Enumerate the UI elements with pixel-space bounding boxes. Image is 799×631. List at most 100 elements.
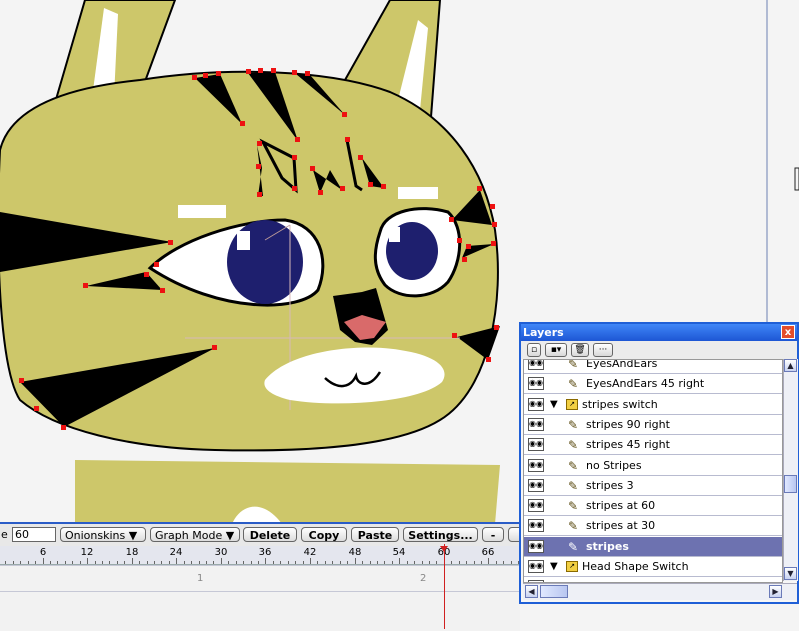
visibility-eye-icon[interactable]: ◉◉ <box>528 438 544 451</box>
paste-button[interactable]: Paste <box>351 527 399 542</box>
layer-row[interactable]: ◉◉ ✎ stripes 45 right <box>524 435 782 455</box>
ruler-tick <box>228 561 229 564</box>
right-eye-highlight <box>389 227 400 242</box>
ruler-tick <box>206 561 207 564</box>
onionskins-label: Onionskins <box>65 529 126 542</box>
ruler-tick <box>117 561 118 564</box>
layer-row[interactable]: ◉◉ ✎ no Stripes <box>524 456 782 476</box>
vector-layer-icon: ✎ <box>568 499 579 513</box>
scroll-right-button[interactable]: ▶ <box>769 585 782 598</box>
ruler-tick <box>488 558 489 564</box>
layer-row[interactable]: ◉◉ ✎ EyesAndEars 45 right <box>524 374 782 394</box>
layers-panel: Layers x ▫ ▪▾ 🗑 ··· ◉◉ ✎ EyesAndEars ◉◉ ✎ Eye… <box>519 322 799 604</box>
playhead-line[interactable] <box>444 544 445 629</box>
layer-row[interactable]: ◉◉ ▼ ↗ Head Shape Switch <box>524 557 782 577</box>
zoom-out-button[interactable]: - <box>482 527 504 542</box>
visibility-eye-icon[interactable]: ◉◉ <box>528 377 544 390</box>
ruler-tick <box>340 561 341 564</box>
ruler-tick <box>392 561 393 564</box>
ruler-tick <box>422 561 423 564</box>
layer-row[interactable]: ◉◉ ✎ stripes at 60 <box>524 496 782 516</box>
ruler-tick-label: 48 <box>348 547 362 558</box>
layer-name: EyesAndEars 45 right <box>586 377 705 390</box>
ruler-tick <box>370 561 371 564</box>
visibility-eye-icon[interactable]: ◉◉ <box>528 519 544 532</box>
frame-label: e <box>1 528 8 541</box>
ruler-tick <box>258 561 259 564</box>
close-button[interactable]: x <box>781 325 795 339</box>
expand-triangle-icon[interactable]: ▼ <box>550 561 558 573</box>
ruler-tick <box>243 561 244 564</box>
visibility-eye-icon[interactable]: ◉◉ <box>528 360 544 370</box>
more-options-button[interactable]: ··· <box>593 343 613 357</box>
ruler-tick <box>280 561 281 564</box>
layer-row[interactable]: ◉◉ ✎ stripes <box>524 537 782 557</box>
visibility-eye-icon[interactable]: ◉◉ <box>528 540 544 553</box>
ruler-tick <box>132 558 133 564</box>
delete-layer-button[interactable]: 🗑 <box>571 343 589 357</box>
visibility-eye-icon[interactable]: ◉◉ <box>528 418 544 431</box>
ruler-tick <box>288 561 289 564</box>
ruler-tick <box>251 561 252 564</box>
timeline-panel: e 60 Onionskins ▼ Graph Mode ▼ Delete Co… <box>0 522 539 631</box>
layer-row[interactable]: ◉◉ ✎ stripes 3 <box>524 476 782 496</box>
vector-layer-icon: ✎ <box>568 377 579 391</box>
layers-title-bar[interactable]: Layers x <box>521 324 797 341</box>
timeline-tracks[interactable]: 1 2 <box>0 565 520 631</box>
new-layer-button[interactable]: ▫ <box>527 343 541 357</box>
visibility-eye-icon[interactable]: ◉◉ <box>528 398 544 411</box>
frame-input[interactable]: 60 <box>12 527 56 542</box>
ruler-tick <box>169 561 170 564</box>
graph-mode-dropdown[interactable]: Graph Mode ▼ <box>150 527 240 542</box>
timeline-toolbar: e 60 Onionskins ▼ Graph Mode ▼ Delete Co… <box>0 524 528 546</box>
layer-row[interactable]: ◉◉ ✎ stripes at 30 <box>524 516 782 536</box>
dropdown-arrow-icon: ▼ <box>128 529 138 542</box>
add-layer-menu-button[interactable]: ▪▾ <box>545 343 567 357</box>
ruler-tick <box>124 561 125 564</box>
visibility-eye-icon[interactable]: ◉◉ <box>528 499 544 512</box>
arrow-up-icon: ▲ <box>787 361 794 370</box>
layers-list[interactable]: ◉◉ ✎ EyesAndEars ◉◉ ✎ EyesAndEars 45 right ◉◉ ▼… <box>523 359 783 583</box>
visibility-eye-icon[interactable]: ◉◉ <box>528 479 544 492</box>
scroll-down-button[interactable]: ▼ <box>784 567 797 580</box>
scroll-thumb[interactable] <box>540 585 568 598</box>
vector-layer-icon: ✎ <box>568 438 579 452</box>
ruler-tick <box>451 561 452 564</box>
expand-triangle-icon[interactable]: ▼ <box>550 399 558 411</box>
layer-row[interactable]: ◉◉ ✎ stripes 90 right <box>524 415 782 435</box>
visibility-eye-icon[interactable]: ◉◉ <box>528 560 544 573</box>
copy-button[interactable]: Copy <box>301 527 347 542</box>
visibility-eye-icon[interactable]: ◉◉ <box>528 459 544 472</box>
ruler-tick <box>35 561 36 564</box>
track-frame-number: 1 <box>197 573 204 584</box>
delete-button[interactable]: Delete <box>243 527 297 542</box>
ruler-tick <box>65 561 66 564</box>
switch-layer-icon: ↗ <box>566 561 578 572</box>
dropdown-arrow-icon: ▼ <box>225 529 235 542</box>
settings-button[interactable]: Settings... <box>403 527 478 542</box>
arrow-left-icon: ◀ <box>528 587 535 596</box>
scroll-thumb[interactable] <box>784 475 797 493</box>
ruler-tick <box>20 561 21 564</box>
ruler-tick <box>265 558 266 564</box>
track-divider <box>0 591 520 592</box>
scroll-left-button[interactable]: ◀ <box>525 585 538 598</box>
track-frame-number: 2 <box>420 573 427 584</box>
ruler-tick <box>317 561 318 564</box>
vector-layer-icon: ✎ <box>568 459 579 473</box>
onionskins-dropdown[interactable]: Onionskins ▼ <box>60 527 146 542</box>
ruler-tick <box>347 561 348 564</box>
ruler-tick <box>429 561 430 564</box>
horizontal-scrollbar[interactable]: ◀ ▶ <box>523 583 797 600</box>
ruler-tick <box>355 558 356 564</box>
canvas-stage[interactable]: e 60 Onionskins ▼ Graph Mode ▼ Delete Co… <box>0 0 799 631</box>
layer-row[interactable]: ◉◉ ✎ EyesAndEars <box>524 360 782 374</box>
ruler-tick <box>57 561 58 564</box>
ruler-tick <box>399 558 400 564</box>
ruler-tick <box>5 561 6 564</box>
ruler-tick <box>414 561 415 564</box>
layer-row[interactable]: ◉◉ ▼ ↗ stripes switch <box>524 395 782 415</box>
vertical-scrollbar[interactable]: ▲ ▼ <box>783 359 798 581</box>
scroll-up-button[interactable]: ▲ <box>784 359 797 372</box>
layer-name: stripes 3 <box>586 479 634 492</box>
